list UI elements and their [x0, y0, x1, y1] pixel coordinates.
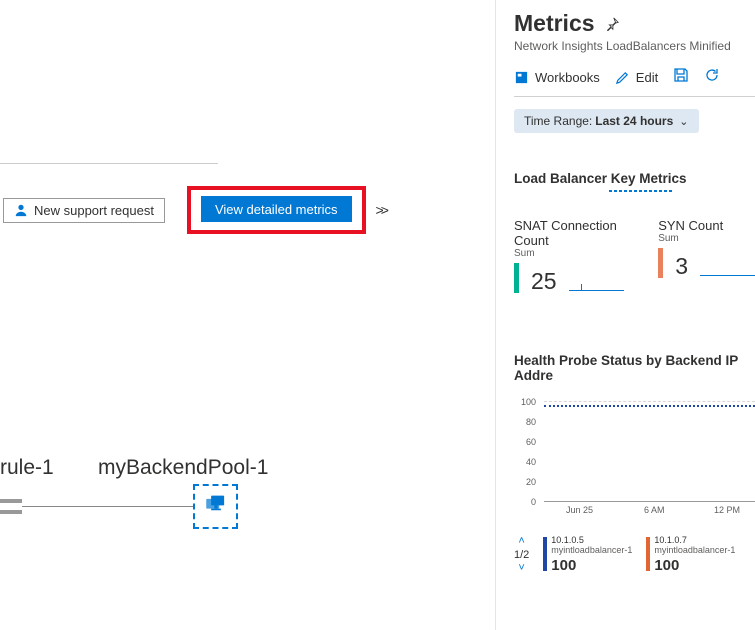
toolbar: Workbooks Edit — [514, 67, 755, 97]
view-detailed-metrics-button[interactable]: View detailed metrics — [201, 196, 352, 222]
time-range-value: Last 24 hours — [595, 114, 673, 128]
legend-value: 100 — [551, 557, 632, 574]
section-heading: Health Probe Status by Backend IP Addre — [514, 353, 755, 383]
chevron-up-icon[interactable]: ˄ — [518, 536, 524, 547]
legend-color — [646, 537, 650, 571]
kpi-value: 25 — [531, 270, 557, 293]
kpi-row: SNAT Connection Count Sum 25 SYN Count S… — [514, 218, 755, 293]
y-tick: 80 — [514, 417, 536, 427]
kpi-title: SYN Count — [658, 218, 755, 233]
kpi-card[interactable]: SYN Count Sum 3 — [658, 218, 755, 293]
workbooks-button[interactable]: Workbooks — [514, 70, 600, 85]
heading-underline — [609, 190, 674, 192]
highlight-box: View detailed metrics — [187, 186, 366, 234]
toolbar-label: Edit — [636, 70, 658, 85]
time-range-selector[interactable]: Time Range: Last 24 hours ⌄ — [514, 109, 699, 133]
panel-title: Metrics — [514, 10, 595, 37]
legend-item[interactable]: 10.1.0.5 myintloadbalancer-1 100 — [543, 535, 632, 574]
legend-value: 100 — [654, 557, 735, 574]
y-tick: 60 — [514, 437, 536, 447]
health-chart[interactable]: 100 80 60 40 20 0 Jun 25 6 AM 12 PM — [514, 401, 755, 529]
chart-grid — [544, 401, 755, 501]
kpi-aggregation: Sum — [658, 233, 755, 244]
refresh-icon — [704, 67, 720, 83]
x-tick: 6 AM — [644, 505, 665, 515]
button-label: New support request — [34, 203, 154, 218]
topology-connector — [0, 499, 22, 503]
y-tick: 0 — [514, 497, 536, 507]
kpi-accent-bar — [658, 248, 663, 278]
pin-icon[interactable] — [605, 17, 619, 31]
toolbar-label: Workbooks — [535, 70, 600, 85]
x-tick: 12 PM — [714, 505, 740, 515]
panel-subtitle: Network Insights LoadBalancers Minified — [514, 39, 755, 53]
button-label: View detailed metrics — [215, 202, 338, 217]
expand-icon[interactable]: >> — [376, 202, 386, 218]
topology-connector — [0, 510, 22, 514]
legend-ip: 10.1.0.5 — [551, 535, 632, 545]
chevron-down-icon: ⌄ — [679, 115, 688, 128]
kpi-value: 3 — [675, 255, 688, 278]
legend-item[interactable]: 10.1.0.7 myintloadbalancer-1 100 — [646, 535, 735, 574]
legend-ip: 10.1.0.7 — [654, 535, 735, 545]
workbook-icon — [514, 70, 529, 85]
pager-value: 1/2 — [514, 549, 529, 561]
kpi-title: SNAT Connection Count — [514, 218, 630, 248]
vm-group-icon — [203, 494, 229, 520]
backend-pool-node[interactable] — [193, 484, 238, 529]
person-icon — [14, 203, 28, 217]
backend-pool-label: myBackendPool-1 — [98, 456, 268, 480]
sparkline — [700, 256, 755, 278]
pencil-icon — [615, 70, 630, 85]
legend-pager[interactable]: ˄ 1/2 ˅ — [514, 536, 529, 574]
y-tick: 20 — [514, 477, 536, 487]
time-range-label: Time Range: — [524, 114, 592, 128]
legend: ˄ 1/2 ˅ 10.1.0.5 myintloadbalancer-1 100… — [514, 535, 755, 574]
topology-connector — [22, 506, 194, 507]
series-line — [544, 405, 755, 407]
panel-title-row: Metrics — [514, 10, 619, 37]
chevron-down-icon[interactable]: ˅ — [518, 563, 524, 574]
rule-label: rule-1 — [0, 456, 54, 480]
metrics-panel: Metrics Network Insights LoadBalancers M… — [495, 0, 755, 630]
edit-button[interactable]: Edit — [615, 70, 658, 85]
kpi-aggregation: Sum — [514, 248, 630, 259]
sparkline — [569, 271, 624, 293]
save-button[interactable] — [673, 67, 689, 88]
y-tick: 100 — [514, 397, 536, 407]
x-tick: Jun 25 — [566, 505, 593, 515]
kpi-accent-bar — [514, 263, 519, 293]
divider — [0, 163, 218, 164]
y-tick: 40 — [514, 457, 536, 467]
save-icon — [673, 67, 689, 83]
legend-name: myintloadbalancer-1 — [654, 545, 735, 555]
action-bar: New support request View detailed metric… — [3, 186, 386, 234]
kpi-card[interactable]: SNAT Connection Count Sum 25 — [514, 218, 630, 293]
y-axis: 100 80 60 40 20 0 — [514, 401, 542, 501]
legend-color — [543, 537, 547, 571]
new-support-request-button[interactable]: New support request — [3, 198, 165, 223]
legend-name: myintloadbalancer-1 — [551, 545, 632, 555]
refresh-button[interactable] — [704, 67, 720, 88]
section-heading: Load Balancer Key Metrics — [514, 171, 755, 186]
